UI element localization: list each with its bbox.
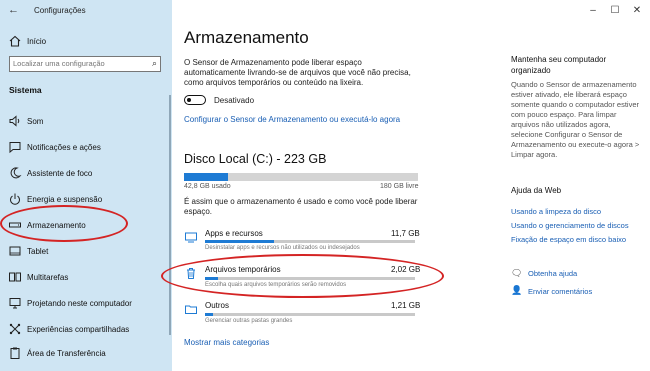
section-title: Sistema xyxy=(9,85,42,95)
sidebar-item-label: Armazenamento xyxy=(27,221,86,230)
sidebar-item-label: Projetando neste computador xyxy=(27,299,132,308)
sidebar-item-label: Energia e suspensão xyxy=(27,195,103,204)
home-icon xyxy=(8,34,22,48)
home-label: Início xyxy=(27,37,47,46)
category-bar-fill xyxy=(205,313,214,316)
category-desc: Desinstalar apps e recursos não utilizad… xyxy=(205,245,360,251)
web-help-heading: Ajuda da Web xyxy=(511,186,562,195)
close-button[interactable]: ✕ xyxy=(630,6,644,16)
category-name: Arquivos temporários xyxy=(205,265,281,274)
send-feedback-link[interactable]: Enviar comentários xyxy=(528,287,592,296)
category-size: 1,21 GB xyxy=(391,301,421,310)
category-desc: Gerenciar outras pastas grandes xyxy=(205,318,293,324)
back-arrow-icon[interactable]: ← xyxy=(8,4,19,16)
right-heading: Mantenha seu computador organizado xyxy=(511,55,607,75)
category-bar xyxy=(205,240,415,243)
page-title: Armazenamento xyxy=(184,28,309,47)
sidebar-item-label: Assistente de foco xyxy=(27,169,93,178)
maximize-button[interactable]: ☐ xyxy=(608,6,622,16)
toggle-knob xyxy=(187,97,191,102)
disk-used-label: 42,8 GB usado xyxy=(184,183,231,190)
storage-sense-toggle[interactable] xyxy=(184,95,206,105)
trash-icon xyxy=(184,266,198,280)
category-bar xyxy=(205,313,415,316)
minimize-button[interactable]: – xyxy=(586,6,600,16)
disk-free-label: 180 GB livre xyxy=(380,183,419,190)
search-box[interactable]: ⌕ xyxy=(9,56,161,72)
category-size: 11,7 GB xyxy=(391,229,420,238)
sidebar-item-label: Notificações e ações xyxy=(27,143,101,152)
category-bar-fill xyxy=(205,277,218,280)
web-link-gerenciamento[interactable]: Usando o gerenciamento de discos xyxy=(511,221,629,230)
disk-usage-bar xyxy=(184,173,418,181)
disk-title: Disco Local (C:) - 223 GB xyxy=(184,152,327,166)
web-link-limpeza[interactable]: Usando a limpeza do disco xyxy=(511,207,601,216)
category-name: Apps e recursos xyxy=(205,229,263,238)
multitask-icon xyxy=(8,270,22,284)
sidebar: ← Configurações Início ⌕ Sistema Som Not… xyxy=(0,0,172,371)
share-icon xyxy=(8,322,22,336)
category-bar-fill xyxy=(205,240,275,243)
disk-usage-fill xyxy=(184,173,229,181)
sidebar-item-label: Som xyxy=(27,117,44,126)
apps-icon xyxy=(184,230,198,244)
show-more-categories-link[interactable]: Mostrar mais categorias xyxy=(184,338,269,347)
web-link-espaco-baixo[interactable]: Fixação de espaço em disco baixo xyxy=(511,235,626,244)
sidebar-scrollbar[interactable] xyxy=(169,95,171,335)
feedback-icon: 👤 xyxy=(511,285,523,295)
sidebar-item-label: Experiências compartilhadas xyxy=(27,325,130,334)
folder-icon xyxy=(184,302,198,316)
tablet-icon xyxy=(8,244,22,258)
sensor-description: O Sensor de Armazenamento pode liberar e… xyxy=(184,58,411,87)
moon-icon xyxy=(8,166,22,180)
category-name: Outros xyxy=(205,301,230,310)
speaker-icon xyxy=(8,114,22,128)
get-help-link[interactable]: Obtenha ajuda xyxy=(528,269,577,278)
search-icon[interactable]: ⌕ xyxy=(152,58,157,69)
category-bar xyxy=(205,277,415,280)
message-icon xyxy=(8,140,22,154)
sidebar-item-label: Multitarefas xyxy=(27,273,69,282)
drive-icon xyxy=(8,218,22,232)
sidebar-item-label: Área de Transferência xyxy=(27,349,106,358)
sidebar-item-label: Tablet xyxy=(27,247,49,256)
projector-icon xyxy=(8,296,22,310)
usage-note: É assim que o armazenamento é usado e co… xyxy=(184,197,418,216)
window-title: Configurações xyxy=(34,6,86,15)
category-desc: Escolha quais arquivos temporários serão… xyxy=(205,282,347,288)
main-content: Armazenamento O Sensor de Armazenamento … xyxy=(172,0,650,371)
category-size: 2,02 GB xyxy=(391,265,421,274)
clipboard-icon xyxy=(8,346,22,360)
power-icon xyxy=(8,192,22,206)
toggle-state-label: Desativado xyxy=(214,96,255,105)
search-input[interactable] xyxy=(13,58,141,69)
right-text: Quando o Sensor de armazenamento estiver… xyxy=(511,80,640,159)
configure-sensor-link[interactable]: Configurar o Sensor de Armazenamento ou … xyxy=(184,115,400,124)
help-icon: 🗨 xyxy=(511,268,523,278)
